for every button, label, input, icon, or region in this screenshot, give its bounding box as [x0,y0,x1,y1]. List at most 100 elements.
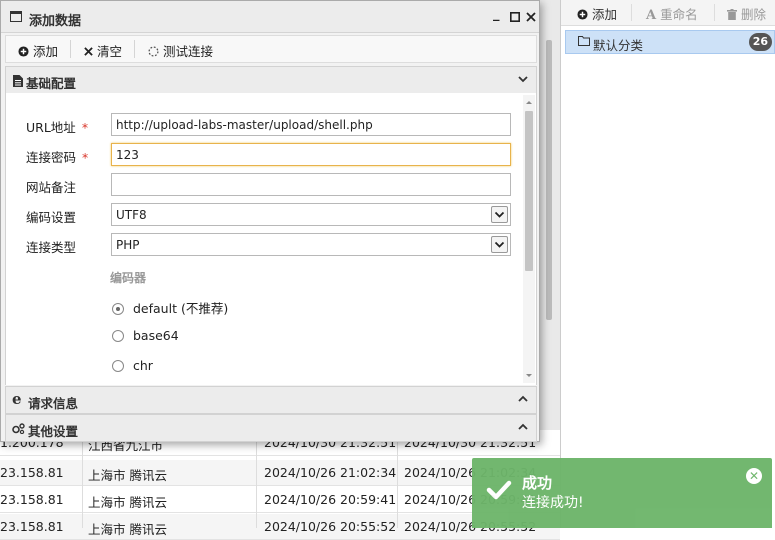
dialog-toolbar: 添加 清空 测试连接 [5,35,537,63]
dropdown-button[interactable] [491,236,508,253]
encoder-option-label: default (不推荐) [133,301,229,316]
encoding-select[interactable]: UTF8 [111,203,511,226]
encoder-option-default[interactable]: default (不推荐) [112,298,228,317]
category-delete-label: 删除 [740,7,766,22]
list-scrollbar-thumb[interactable] [546,40,552,320]
section-header-other[interactable]: 其他设置 [5,414,537,442]
cell-ip: 23.158.81 [0,519,64,534]
dialog-title-bar[interactable]: 添加数据 _ [1,1,539,33]
basic-config-form: URL地址 * 连接密码 * 网站备注 编码设置 UTF8 连接类型 PHP 编码器… [5,93,537,385]
plus-circle-icon [577,9,588,20]
dialog-title: 添加数据 [29,14,82,29]
add-data-dialog: 添加数据 _ 添加 清空 测试连接 基础配置 URL地址 * 连接密码 * 网站备注 [0,0,540,442]
password-label-text: 连接密码 [26,150,77,165]
section-title-basic: 基础配置 [26,76,77,91]
plus-circle-icon [18,46,29,57]
cell-location: 上海市 腾讯云 [88,495,167,510]
note-input[interactable] [111,173,511,196]
file-text-icon [13,75,23,87]
clear-label: 清空 [96,44,122,59]
encoder-option-label: base64 [133,328,179,343]
trash-icon [727,9,737,20]
category-toolbar: 添加 A 重命名 删除 [561,0,775,26]
password-input[interactable] [111,143,511,166]
radio-button[interactable] [112,303,124,315]
chevron-up-icon [518,423,528,430]
x-icon [84,47,93,56]
form-scrollbar-thumb[interactable] [525,111,533,271]
encoding-value: UTF8 [116,208,147,222]
edge-icon: e [12,390,22,408]
encoder-group-title: 编码器 [110,271,147,285]
window-icon [10,11,22,22]
category-label: 默认分类 [593,38,644,53]
category-add-label: 添加 [591,7,617,22]
close-icon[interactable]: ✕ [746,468,762,484]
success-toast: 成功 连接成功! ✕ [472,458,772,528]
scroll-up-icon[interactable] [523,97,535,107]
section-title-request: 请求信息 [28,396,79,411]
test-connection-label: 测试连接 [162,44,213,59]
form-scrollbar[interactable] [523,95,535,383]
toolbar-divider [134,40,135,58]
column-divider [256,430,257,528]
section-header-request[interactable]: e 请求信息 [5,386,537,414]
encoder-option-base64[interactable]: base64 [112,328,179,343]
category-rename-button[interactable]: A 重命名 [646,4,698,23]
folder-icon [578,36,590,46]
category-rename-label: 重命名 [660,7,698,22]
encoding-label: 编码设置 [26,210,77,225]
cell-location: 上海市 腾讯云 [88,522,167,537]
spinner-icon [148,46,159,57]
required-mark: * [81,120,89,135]
radio-button[interactable] [112,330,124,342]
column-divider [82,430,83,528]
encoder-option-chr[interactable]: chr [112,358,153,373]
url-label-text: URL地址 [26,120,76,135]
add-button[interactable]: 添加 [18,41,58,60]
cell-ip: 23.158.81 [0,465,64,480]
clear-button[interactable]: 清空 [84,41,122,60]
add-label: 添加 [32,44,58,59]
cell-ip: 23.158.81 [0,492,64,507]
close-icon[interactable] [526,12,536,22]
cell-created: 2024/10/26 20:55:52 [264,519,397,534]
chevron-down-icon [518,76,528,83]
column-divider [397,430,398,528]
encoder-option-label: chr [133,358,153,373]
type-value: PHP [116,238,140,252]
url-label: URL地址 * [26,117,88,136]
required-mark: * [82,150,89,165]
dropdown-button[interactable] [491,206,508,223]
radio-button[interactable] [112,360,124,372]
test-connection-button[interactable]: 测试连接 [148,41,213,60]
cell-created: 2024/10/26 20:59:41 [264,492,397,507]
note-label: 网站备注 [26,180,77,195]
category-add-button[interactable]: 添加 [577,4,617,23]
font-icon: A [646,8,657,23]
maximize-icon[interactable] [510,12,520,22]
cell-created: 2024/10/26 21:02:34 [264,465,397,480]
section-title-other: 其他设置 [28,424,79,439]
section-header-basic[interactable]: 基础配置 [5,66,537,94]
check-icon [486,480,512,500]
toolbar-divider [631,4,632,21]
type-label: 连接类型 [26,240,77,255]
category-panel: 添加 A 重命名 删除 默认分类 26 [560,0,775,528]
minimize-icon[interactable]: _ [493,7,500,22]
chevron-up-icon [518,395,528,402]
scroll-down-icon[interactable] [523,371,535,381]
toast-message: 连接成功! [522,495,584,511]
chevron-down-icon [494,211,505,218]
cell-location: 上海市 腾讯云 [88,468,167,483]
password-label: 连接密码 * [26,147,88,166]
cogs-icon [12,423,25,434]
type-select[interactable]: PHP [111,233,511,256]
category-delete-button[interactable]: 删除 [727,4,766,23]
toolbar-divider [70,40,71,58]
url-input[interactable] [111,113,511,136]
category-item-default[interactable]: 默认分类 26 [565,30,775,54]
toolbar-divider [714,4,715,21]
category-count-badge: 26 [748,33,772,51]
toast-title: 成功 [522,474,553,492]
